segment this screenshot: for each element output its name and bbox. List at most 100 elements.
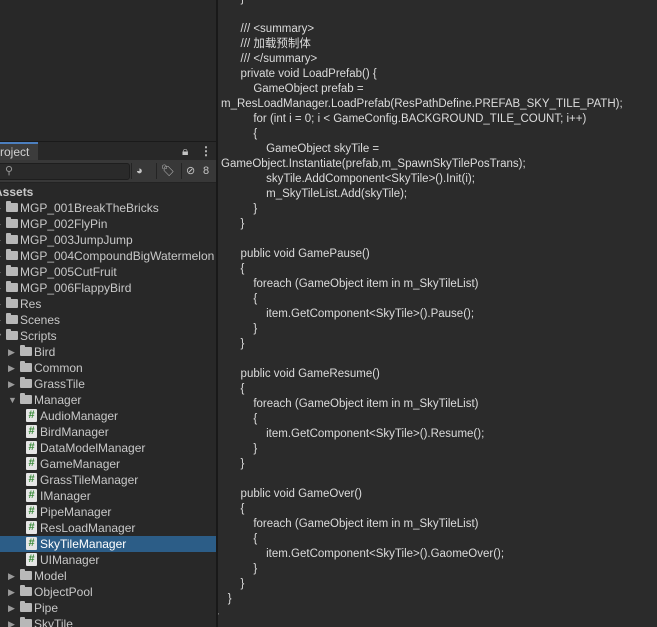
csharp-script-icon: # [26,521,37,534]
filter-by-type-icon[interactable]: ◕ [136,163,143,179]
expand-arrow-right-icon[interactable]: ▶ [0,216,4,232]
tree-item-label: UIManager [40,553,100,567]
folder-icon [20,377,32,388]
folder-row[interactable]: ▶ MGP_004CompoundBigWatermelon [0,248,216,264]
script-asset-row[interactable]: # IManager [0,488,216,504]
csharp-script-icon: # [26,505,37,518]
folder-icon [6,329,18,340]
tree-item-label: Bird [34,345,56,359]
tree-item-label: Common [34,361,83,375]
expand-arrow-right-icon[interactable]: ▶ [0,248,4,264]
tree-item-label: Assets [0,185,34,199]
code-line: private void LoadPrefab() { [218,68,377,80]
folder-icon [20,345,32,356]
code-line: } [218,443,258,455]
expand-arrow-right-icon[interactable]: ▶ [8,584,18,600]
tree-item-label: Manager [34,393,82,407]
folder-row[interactable]: ▶ MGP_003JumpJump [0,232,216,248]
script-asset-row[interactable]: # BirdManager [0,424,216,440]
expand-arrow-right-icon[interactable]: ▶ [0,280,4,296]
folder-row[interactable]: Assets [0,184,216,200]
folder-icon [20,393,32,404]
code-line: public void GamePause() [218,248,370,260]
csharp-script-icon: # [26,473,37,486]
expand-arrow-right-icon[interactable]: ▶ [8,568,18,584]
folder-row[interactable]: ▼ Scripts [0,328,216,344]
code-line: /// </summary> [218,53,318,65]
folder-row[interactable]: ▶ SkyTile [0,616,216,627]
code-line: skyTile.AddComponent<SkyTile>().Init(i); [218,173,475,185]
expand-arrow-down-icon[interactable]: ▼ [0,328,4,344]
folder-row[interactable]: ▶ Model [0,568,216,584]
code-line: GameObject prefab = [218,83,364,95]
filter-by-label-icon[interactable]: 🏷︎ [161,163,175,179]
code-line: item.GetComponent<SkyTile>().Pause(); [218,308,475,320]
tree-item-label: PipeManager [40,505,112,519]
tree-item-label: GrassTileManager [40,473,139,487]
script-asset-row[interactable]: # ResLoadManager [0,520,216,536]
folder-row[interactable]: ▶ Res [0,296,216,312]
hidden-packages-icon[interactable]: ⊘ [186,163,195,179]
folder-row[interactable]: ▶ MGP_006FlappyBird [0,280,216,296]
csharp-script-icon: # [26,553,37,566]
code-line: } [240,578,245,590]
csharp-script-icon: # [26,537,37,550]
code-editor[interactable]: } /// <summary> /// 加载预制体 /// </summary>… [218,0,657,627]
script-asset-row[interactable]: # GameManager [0,456,216,472]
script-asset-row[interactable]: # AudioManager [0,408,216,424]
script-asset-row[interactable]: # PipeManager [0,504,216,520]
tab-project[interactable]: Project [0,142,38,161]
csharp-script-icon: # [26,457,37,470]
expand-arrow-right-icon[interactable]: ▶ [0,312,4,328]
folder-row[interactable]: ▶ Scenes [0,312,216,328]
code-line: m_SkyTileList.Add(skyTile); [218,188,408,200]
folder-row[interactable]: ▶ Pipe [0,600,216,616]
code-line: item.GetComponent<SkyTile>().GaomeOver()… [218,548,505,560]
expand-arrow-down-icon[interactable]: ▼ [8,392,18,408]
tree-item-label: GameManager [40,457,121,471]
code-line: } [218,203,258,215]
expand-arrow-right-icon[interactable]: ▶ [0,232,4,248]
expand-arrow-right-icon[interactable]: ▶ [0,296,4,312]
code-line: } [227,593,232,605]
folder-row[interactable]: ▶ MGP_002FlyPin [0,216,216,232]
script-asset-row[interactable]: # DataModelManager [0,440,216,456]
toolbar-divider [181,163,182,179]
expand-arrow-right-icon[interactable]: ▶ [8,600,18,616]
script-asset-row[interactable]: # SkyTileManager [0,536,216,552]
expand-arrow-right-icon[interactable]: ▶ [8,344,18,360]
tree-item-label: GrassTile [34,377,85,391]
tree-item-label: BirdManager [40,425,109,439]
code-line: GameObject skyTile = [218,143,380,155]
folder-row[interactable]: ▶ MGP_005CutFruit [0,264,216,280]
tree-item-label: SkyTile [34,617,73,627]
tree-item-label: Pipe [34,601,59,615]
expand-arrow-right-icon[interactable]: ▶ [0,200,4,216]
folder-row[interactable]: ▼ Manager [0,392,216,408]
folder-icon [6,265,18,276]
lock-icon[interactable]: 🔒︎ [182,144,188,159]
expand-arrow-right-icon[interactable]: ▶ [8,616,18,627]
kebab-menu-icon[interactable]: ⋮ [200,144,212,158]
script-asset-row[interactable]: # GrassTileManager [0,472,216,488]
code-line: public void GameOver() [218,488,362,500]
expand-arrow-right-icon[interactable]: ▶ [8,376,18,392]
tree-item-label: MGP_004CompoundBigWatermelon [20,249,215,263]
expand-arrow-right-icon[interactable]: ▶ [8,360,18,376]
folder-row[interactable]: ▶ Bird [0,344,216,360]
folder-icon [20,361,32,372]
folder-icon [6,313,18,324]
tree-item-label: AudioManager [40,409,119,423]
tree-item-label: SkyTileManager [40,537,127,551]
folder-row[interactable]: ▶ MGP_001BreakTheBricks [0,200,216,216]
folder-row[interactable]: ▶ GrassTile [0,376,216,392]
expand-arrow-right-icon[interactable]: ▶ [0,264,4,280]
folder-row[interactable]: ▶ Common [0,360,216,376]
hierarchy-panel-area [0,0,216,140]
folder-row[interactable]: ▶ ObjectPool [0,584,216,600]
toolbar-divider [156,163,157,179]
folder-icon [6,281,18,292]
code-line: } [240,338,245,350]
search-input[interactable]: ⚲ [0,163,130,180]
script-asset-row[interactable]: # UIManager [0,552,216,568]
